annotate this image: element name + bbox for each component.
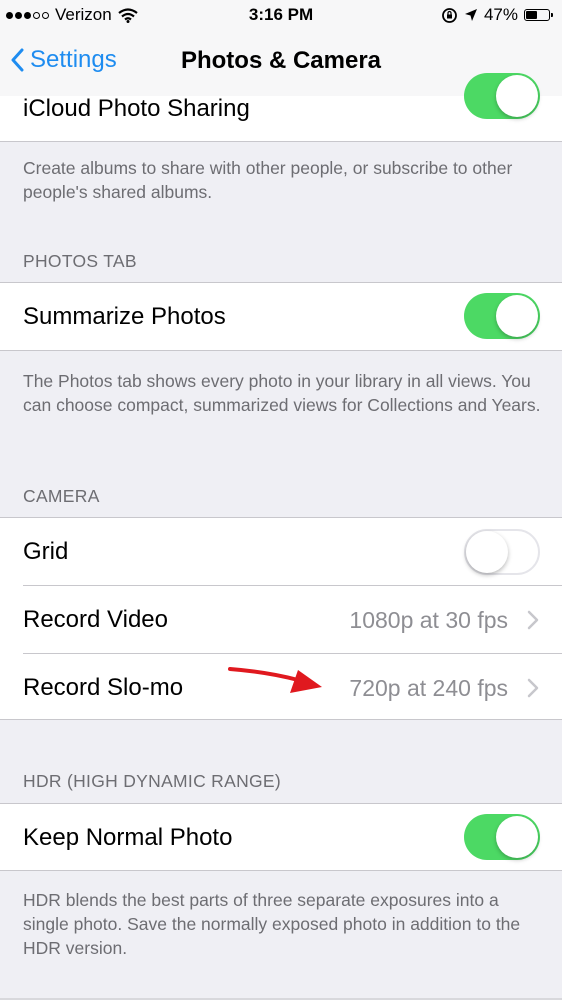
icloud-sharing-toggle[interactable]	[464, 73, 540, 119]
grid-row[interactable]: Grid	[0, 518, 562, 585]
icloud-sharing-label: iCloud Photo Sharing	[23, 95, 250, 122]
annotation-arrow-icon	[228, 667, 322, 693]
hdr-footer: HDR blends the best parts of three separ…	[23, 890, 521, 958]
record-video-value: 1080p at 30 fps	[349, 607, 508, 633]
toggle-knob	[496, 75, 538, 117]
battery-percent: 47%	[483, 5, 518, 24]
record-slomo-value: 720p at 240 fps	[349, 675, 508, 701]
hdr-header: HDR (HIGH DYNAMIC RANGE)	[23, 771, 282, 791]
record-video-label: Record Video	[23, 606, 168, 633]
record-video-row[interactable]: Record Video 1080p at 30 fps	[0, 586, 562, 653]
summarize-photos-row[interactable]: Summarize Photos	[0, 283, 562, 350]
rotation-lock-icon	[442, 7, 457, 23]
camera-header: CAMERA	[23, 486, 100, 506]
photos-tab-footer: The Photos tab shows every photo in your…	[23, 371, 541, 415]
location-arrow-icon	[464, 9, 477, 21]
record-slomo-label: Record Slo-mo	[23, 674, 184, 701]
toggle-knob	[496, 816, 538, 858]
page-title: Photos & Camera	[180, 47, 382, 74]
battery-icon	[524, 9, 553, 21]
icloud-sharing-footer: Create albums to share with other people…	[23, 158, 513, 202]
summarize-photos-toggle[interactable]	[464, 293, 540, 339]
keep-normal-photo-label: Keep Normal Photo	[23, 824, 233, 851]
toggle-knob	[466, 531, 508, 573]
settings-screen: Verizon 3:16 PM 47% Settings Photos & Ca…	[0, 0, 562, 1000]
keep-normal-photo-row[interactable]: Keep Normal Photo	[0, 804, 562, 871]
grid-toggle[interactable]	[464, 529, 540, 575]
grid-label: Grid	[23, 538, 69, 565]
hdr-group: Keep Normal Photo	[0, 803, 562, 871]
photos-tab-header: PHOTOS TAB	[23, 251, 137, 271]
keep-normal-photo-toggle[interactable]	[464, 814, 540, 860]
chevron-right-icon	[527, 610, 539, 630]
chevron-right-icon	[527, 678, 539, 698]
photos-tab-group: Summarize Photos	[0, 282, 562, 351]
status-bar: Verizon 3:16 PM 47%	[0, 0, 562, 32]
icloud-sharing-cell: iCloud Photo Sharing	[0, 73, 562, 142]
status-right-group: 47%	[441, 5, 553, 25]
summarize-photos-label: Summarize Photos	[23, 303, 226, 330]
toggle-knob	[496, 295, 538, 337]
